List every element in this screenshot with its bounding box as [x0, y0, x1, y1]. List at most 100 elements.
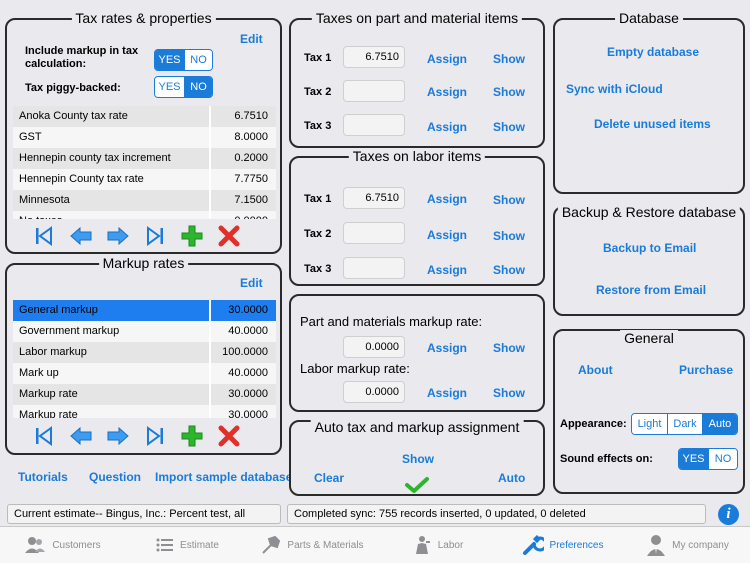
general-panel: General About Purchase Appearance: Light…	[553, 329, 745, 494]
tax-rates-edit-button[interactable]: Edit	[240, 32, 263, 46]
current-estimate-status: Current estimate-- Bingus, Inc.: Percent…	[7, 504, 281, 524]
preferences-icon	[522, 534, 544, 555]
tab-labor[interactable]: Labor	[375, 527, 500, 563]
parts-markup-label: Part and materials markup rate:	[300, 314, 483, 329]
piggy-backed-yes[interactable]: YES	[155, 77, 184, 97]
tax-rate-row[interactable]: Hennepin county tax increment 0.2000	[13, 148, 276, 169]
include-markup-toggle[interactable]: YES NO	[154, 49, 213, 71]
add-icon[interactable]	[173, 223, 210, 249]
sound-no[interactable]: NO	[708, 449, 737, 469]
tab-estimate[interactable]: Estimate	[125, 527, 250, 563]
next-icon[interactable]	[99, 223, 136, 249]
sync-icloud-button[interactable]: Sync with iCloud	[566, 82, 663, 96]
tutorials-link[interactable]: Tutorials	[18, 470, 68, 484]
delete-icon[interactable]	[210, 223, 247, 249]
first-icon[interactable]	[25, 423, 62, 449]
delete-unused-button[interactable]: Delete unused items	[594, 117, 711, 131]
info-icon[interactable]: i	[718, 504, 739, 525]
labor-tax2-assign[interactable]: Assign	[427, 228, 467, 242]
markup-row[interactable]: Labor markup 100.0000	[13, 342, 276, 363]
tab-customers[interactable]: Customers	[0, 527, 125, 563]
backup-email-button[interactable]: Backup to Email	[603, 241, 696, 255]
include-markup-yes[interactable]: YES	[155, 50, 184, 70]
tax-rate-row[interactable]: No taxes0.0000	[13, 211, 276, 219]
next-icon[interactable]	[99, 423, 136, 449]
markup-rates-title: Markup rates	[98, 255, 189, 271]
previous-icon[interactable]	[62, 423, 99, 449]
parts-markup-assign[interactable]: Assign	[427, 341, 467, 355]
markup-list[interactable]: General markup 30.0000 Government markup 4…	[13, 300, 276, 418]
tax-rates-list[interactable]: Anoka County tax rate 6.7510 GST 8.0000 He…	[13, 106, 276, 219]
labor-markup-show[interactable]: Show	[493, 386, 525, 400]
piggy-backed-toggle[interactable]: YES NO	[154, 76, 213, 98]
last-icon[interactable]	[136, 223, 173, 249]
sound-effects-toggle[interactable]: YES NO	[678, 448, 738, 470]
database-title: Database	[615, 10, 683, 26]
labor-markup-assign[interactable]: Assign	[427, 386, 467, 400]
markup-row[interactable]: Markup rate 30.0000	[13, 405, 276, 418]
auto-assign-title: Auto tax and markup assignment	[310, 419, 524, 435]
previous-icon[interactable]	[62, 223, 99, 249]
auto-auto-button[interactable]: Auto	[498, 471, 525, 485]
last-icon[interactable]	[136, 423, 173, 449]
parts-tax1-assign[interactable]: Assign	[427, 52, 467, 66]
parts-tax3-assign[interactable]: Assign	[427, 120, 467, 134]
tax-rate-row[interactable]: Hennepin County tax rate 7.7750	[13, 169, 276, 190]
markup-row[interactable]: Markup rate 30.0000	[13, 384, 276, 405]
tax-rate-row[interactable]: Anoka County tax rate 6.7510	[13, 106, 276, 127]
appearance-light[interactable]: Light	[632, 414, 667, 434]
markup-row[interactable]: General markup 30.0000	[13, 300, 276, 321]
empty-database-button[interactable]: Empty database	[607, 45, 699, 59]
parts-tax2-show[interactable]: Show	[493, 85, 525, 99]
tab-my-company[interactable]: My company	[625, 527, 750, 563]
restore-email-button[interactable]: Restore from Email	[596, 283, 706, 297]
parts-tax3-field[interactable]	[343, 114, 405, 136]
markup-row[interactable]: Mark up 40.0000	[13, 363, 276, 384]
labor-tax1-show[interactable]: Show	[493, 193, 525, 207]
appearance-auto[interactable]: Auto	[702, 414, 737, 434]
markup-edit-button[interactable]: Edit	[240, 276, 263, 290]
parts-tax2-field[interactable]	[343, 80, 405, 102]
tax-rate-row[interactable]: GST 8.0000	[13, 127, 276, 148]
labor-markup-field[interactable]: 0.0000	[343, 381, 405, 403]
purchase-button[interactable]: Purchase	[679, 363, 733, 377]
import-sample-link[interactable]: Import sample database	[155, 470, 292, 484]
question-link[interactable]: Question	[89, 470, 141, 484]
labor-tax2-field[interactable]	[343, 222, 405, 244]
auto-show-button[interactable]: Show	[402, 452, 434, 466]
sound-yes[interactable]: YES	[679, 449, 708, 469]
labor-taxes-title: Taxes on labor items	[348, 148, 486, 164]
labor-tax2-label: Tax 2	[304, 228, 332, 240]
piggy-backed-no[interactable]: NO	[184, 77, 212, 97]
include-markup-label: Include markup in tax calculation:	[25, 45, 139, 70]
appearance-toggle[interactable]: Light Dark Auto	[631, 413, 738, 435]
auto-clear-button[interactable]: Clear	[314, 471, 344, 485]
parts-taxes-panel: Taxes on part and material items Tax 1 6…	[289, 10, 545, 148]
delete-icon[interactable]	[210, 423, 247, 449]
labor-tax1-field[interactable]: 6.7510	[343, 187, 405, 209]
tab-parts-materials[interactable]: Parts & Materials	[250, 527, 375, 563]
add-icon[interactable]	[173, 423, 210, 449]
first-icon[interactable]	[25, 223, 62, 249]
database-panel: Database Empty database Sync with iCloud…	[553, 10, 745, 194]
parts-tax2-assign[interactable]: Assign	[427, 85, 467, 99]
company-icon	[647, 535, 666, 556]
appearance-dark[interactable]: Dark	[667, 414, 702, 434]
parts-markup-show[interactable]: Show	[493, 341, 525, 355]
about-button[interactable]: About	[578, 363, 613, 377]
include-markup-no[interactable]: NO	[184, 50, 212, 70]
labor-tax3-assign[interactable]: Assign	[427, 263, 467, 277]
labor-tax3-show[interactable]: Show	[493, 263, 525, 277]
tab-preferences[interactable]: Preferences	[500, 527, 625, 563]
parts-tax3-label: Tax 3	[304, 120, 332, 132]
parts-tax1-field[interactable]: 6.7510	[343, 46, 405, 68]
markup-row[interactable]: Government markup 40.0000	[13, 321, 276, 342]
labor-tax3-field[interactable]	[343, 257, 405, 279]
parts-markup-field[interactable]: 0.0000	[343, 336, 405, 358]
labor-tax2-show[interactable]: Show	[493, 229, 525, 243]
labor-tax1-assign[interactable]: Assign	[427, 192, 467, 206]
parts-tax1-show[interactable]: Show	[493, 52, 525, 66]
parts-tax3-show[interactable]: Show	[493, 120, 525, 134]
markup-toolbar	[25, 423, 247, 449]
tax-rate-row[interactable]: Minnesota 7.1500	[13, 190, 276, 211]
